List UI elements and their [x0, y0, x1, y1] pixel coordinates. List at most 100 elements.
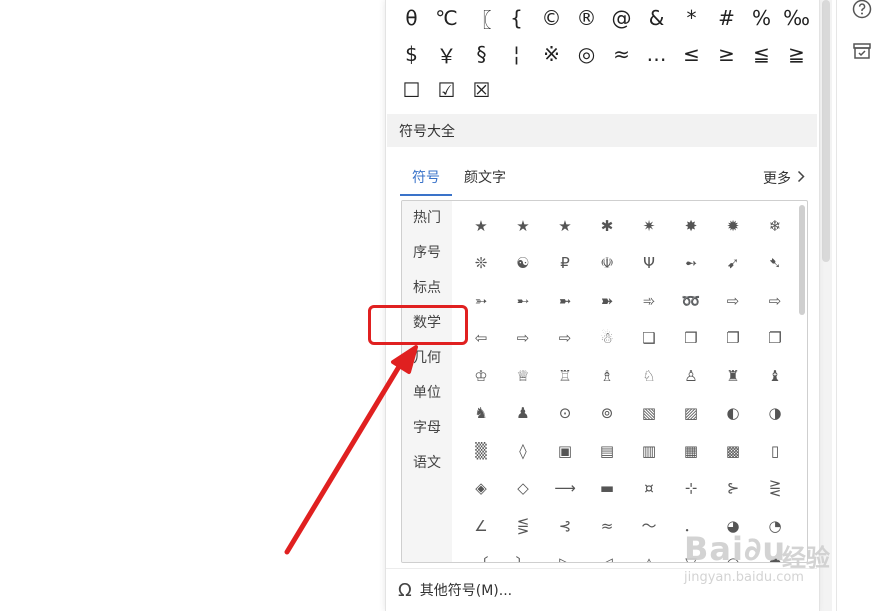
symbol-grid-scrollbar[interactable] — [799, 205, 805, 315]
symbol-cell[interactable]: ▬ — [586, 470, 628, 508]
symbol-cell[interactable]: ❒ — [670, 320, 712, 358]
archive-icon[interactable] — [851, 40, 873, 62]
recent-symbol[interactable]: ¦ — [499, 36, 534, 72]
recent-symbol[interactable]: ≧ — [779, 36, 814, 72]
recent-symbol[interactable]: ◎ — [569, 36, 604, 72]
symbol-cell[interactable]: ◐ — [712, 395, 754, 433]
symbol-cell[interactable]: ♙ — [670, 357, 712, 395]
symbol-cell[interactable]: ▨ — [670, 395, 712, 433]
symbol-cell[interactable]: ⇨ — [544, 320, 586, 358]
symbol-cell[interactable]: ▥ — [628, 432, 670, 470]
symbol-cell[interactable]: ✷ — [628, 207, 670, 245]
scrollbar-thumb[interactable] — [822, 0, 830, 262]
recent-symbol[interactable]: 〖 — [464, 0, 499, 36]
symbol-cell[interactable]: ❄ — [754, 207, 796, 245]
symbol-cell[interactable]: ➾ — [628, 282, 670, 320]
recent-symbol[interactable]: ‰ — [779, 0, 814, 36]
symbol-cell[interactable]: ⋛ — [754, 470, 796, 508]
symbol-cell[interactable]: ☃ — [586, 320, 628, 358]
symbol-cell[interactable]: ₽ — [544, 245, 586, 283]
symbol-cell[interactable]: ⇨ — [502, 320, 544, 358]
symbol-cell[interactable]: ♞ — [460, 395, 502, 433]
recent-symbol[interactable]: # — [709, 0, 744, 36]
symbol-cell[interactable]: △ — [628, 545, 670, 562]
recent-symbol[interactable]: © — [534, 0, 569, 36]
symbol-cell[interactable]: ～ — [628, 507, 670, 545]
symbol-cell[interactable]: ▦ — [670, 432, 712, 470]
symbol-cell[interactable]: ⊙ — [544, 395, 586, 433]
recent-symbol[interactable]: & — [639, 0, 674, 36]
symbol-cell[interactable]: ➷ — [754, 245, 796, 283]
recent-symbol[interactable]: ® — [569, 0, 604, 36]
category-item[interactable]: 序号 — [402, 236, 452, 271]
recent-symbol[interactable]: ≈ — [604, 36, 639, 72]
symbol-cell[interactable]: ⋚ — [502, 507, 544, 545]
recent-symbol[interactable]: θ — [394, 0, 429, 36]
recent-symbol[interactable]: % — [744, 0, 779, 36]
symbol-cell[interactable]: ◇ — [502, 470, 544, 508]
symbol-cell[interactable]: ✱ — [586, 207, 628, 245]
symbol-cell[interactable]: ♘ — [628, 357, 670, 395]
symbol-cell[interactable]: ◊ — [502, 432, 544, 470]
symbol-cell[interactable]: ◈ — [460, 470, 502, 508]
symbol-cell[interactable]: ➽ — [586, 282, 628, 320]
symbol-cell[interactable]: ★ — [502, 207, 544, 245]
symbol-cell[interactable]: ¤ — [628, 470, 670, 508]
symbol-cell[interactable]: ➹ — [712, 245, 754, 283]
recent-symbol[interactable]: ≤ — [674, 36, 709, 72]
recent-symbol[interactable]: @ — [604, 0, 639, 36]
symbol-cell[interactable]: ♜ — [712, 357, 754, 395]
symbol-cell[interactable]: ☯ — [502, 245, 544, 283]
symbol-cell[interactable]: ⟶ — [544, 470, 586, 508]
more-button[interactable]: 更多 — [763, 168, 805, 188]
recent-symbol[interactable]: ※ — [534, 36, 569, 72]
symbol-cell[interactable]: Ψ — [628, 245, 670, 283]
symbol-cell[interactable]: ≈ — [586, 507, 628, 545]
symbol-cell[interactable]: ♗ — [586, 357, 628, 395]
symbol-cell[interactable]: ♖ — [544, 357, 586, 395]
recent-symbol[interactable]: ☒ — [464, 72, 499, 108]
recent-symbol[interactable]: ≥ — [709, 36, 744, 72]
help-icon[interactable] — [851, 0, 873, 20]
symbol-cell[interactable]: ▒ — [460, 432, 502, 470]
symbol-cell[interactable]: ✹ — [712, 207, 754, 245]
symbol-cell[interactable]: ⊰ — [544, 507, 586, 545]
category-item[interactable]: 几何 — [402, 341, 452, 376]
symbol-cell[interactable]: ⊱ — [712, 470, 754, 508]
symbol-cell[interactable]: ◑ — [754, 395, 796, 433]
symbol-cell[interactable]: ▣ — [544, 432, 586, 470]
category-item[interactable]: 语文 — [402, 446, 452, 481]
symbol-cell[interactable]: ♕ — [502, 357, 544, 395]
symbol-cell[interactable]: ♝ — [754, 357, 796, 395]
category-item[interactable]: 标点 — [402, 271, 452, 306]
symbol-cell[interactable]: ★ — [544, 207, 586, 245]
recent-symbol[interactable]: { — [499, 0, 534, 36]
symbol-cell[interactable]: ☫ — [586, 245, 628, 283]
symbol-cell[interactable]: ⊚ — [586, 395, 628, 433]
symbol-cell[interactable]: ✸ — [670, 207, 712, 245]
symbol-cell[interactable]: ▧ — [628, 395, 670, 433]
symbol-cell[interactable]: ⇨ — [712, 282, 754, 320]
symbol-cell[interactable]: ❐ — [754, 320, 796, 358]
symbol-cell[interactable]: ▩ — [712, 432, 754, 470]
recent-symbol[interactable]: ℃ — [429, 0, 464, 36]
recent-symbol[interactable]: ☑ — [429, 72, 464, 108]
symbol-cell[interactable]: ∠ — [460, 507, 502, 545]
symbol-cell[interactable]: 〔 — [460, 545, 502, 562]
symbol-cell[interactable]: ➻ — [670, 245, 712, 283]
symbol-cell[interactable]: ❑ — [628, 320, 670, 358]
symbol-cell[interactable]: ❊ — [460, 245, 502, 283]
symbol-cell[interactable]: 〕 — [502, 545, 544, 562]
symbol-cell[interactable]: ▯ — [754, 432, 796, 470]
tab-kaomoji[interactable]: 颜文字 — [452, 160, 518, 196]
symbol-cell[interactable]: ❐ — [712, 320, 754, 358]
category-item[interactable]: 单位 — [402, 376, 452, 411]
recent-symbol[interactable]: ☐ — [394, 72, 429, 108]
recent-symbol[interactable]: … — [639, 36, 674, 72]
recent-symbol[interactable]: § — [464, 36, 499, 72]
symbol-cell[interactable]: ♔ — [460, 357, 502, 395]
category-item[interactable]: 热门 — [402, 201, 452, 236]
symbol-cell[interactable]: ▷ — [544, 545, 586, 562]
symbol-cell[interactable]: ▤ — [586, 432, 628, 470]
recent-symbol[interactable]: ￥ — [429, 36, 464, 72]
